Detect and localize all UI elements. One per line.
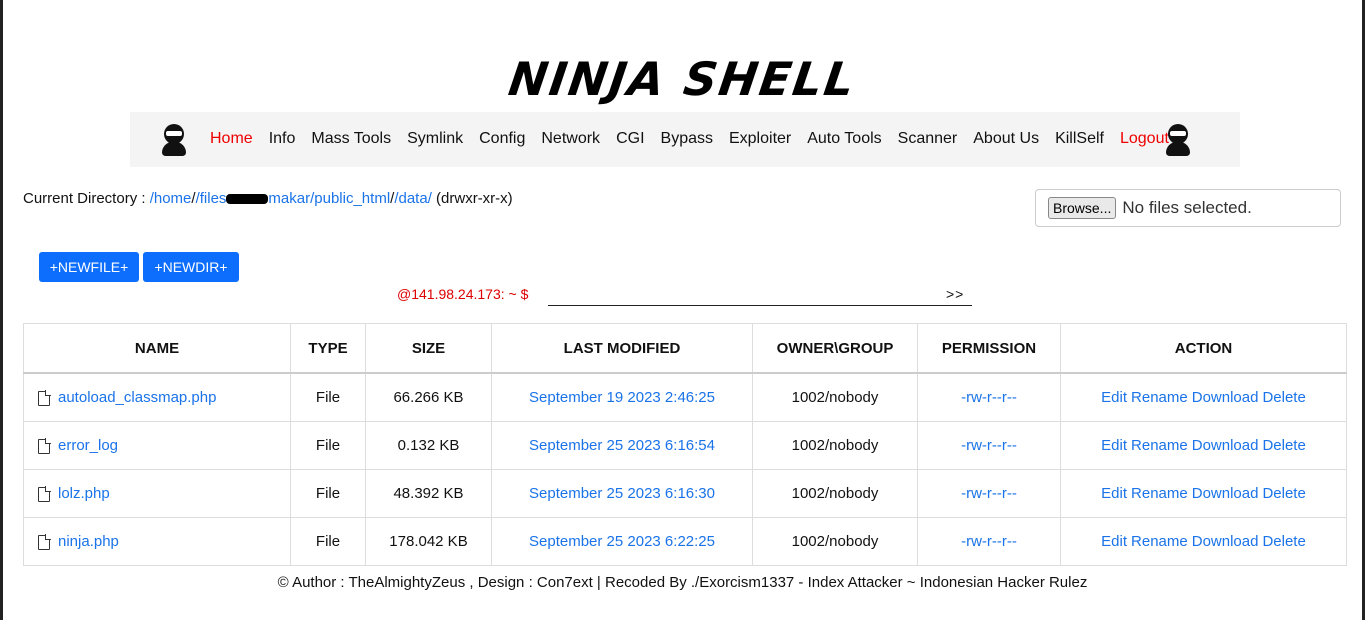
file-owner: 1002/nobody <box>752 469 918 518</box>
delete-link[interactable]: Delete <box>1262 389 1305 406</box>
edit-link[interactable]: Edit <box>1101 533 1127 550</box>
nav-cgi[interactable]: CGI <box>616 130 644 148</box>
current-directory: Current Directory : /home//files makar/pu… <box>23 190 513 207</box>
file-type: File <box>290 372 366 422</box>
delete-link[interactable]: Delete <box>1262 533 1305 550</box>
column-header-size[interactable]: SIZE <box>365 323 492 374</box>
file-size: 48.392 KB <box>365 469 492 518</box>
download-link[interactable]: Download <box>1192 485 1259 502</box>
file-type: File <box>290 517 366 566</box>
file-modified[interactable]: September 25 2023 6:16:30 <box>491 469 753 518</box>
page-title: NINJA SHELL <box>505 52 860 106</box>
table-row: ninja.php File 178.042 KB September 25 2… <box>23 517 1347 566</box>
file-modified[interactable]: September 19 2023 2:46:25 <box>491 372 753 422</box>
file-permission[interactable]: -rw-r--r-- <box>917 372 1061 422</box>
file-type: File <box>290 421 366 470</box>
file-permission[interactable]: -rw-r--r-- <box>917 469 1061 518</box>
path-public-html[interactable]: /public_html <box>310 190 390 207</box>
file-size: 66.266 KB <box>365 372 492 422</box>
current-directory-label: Current Directory : <box>23 190 146 207</box>
table-row: autoload_classmap.php File 66.266 KB Sep… <box>23 372 1347 422</box>
download-link[interactable]: Download <box>1192 533 1259 550</box>
nav-symlink[interactable]: Symlink <box>407 130 463 148</box>
file-name-link[interactable]: lolz.php <box>58 485 110 502</box>
download-link[interactable]: Download <box>1192 389 1259 406</box>
footer-credits: © Author : TheAlmightyZeus , Design : Co… <box>277 574 1088 591</box>
edit-link[interactable]: Edit <box>1101 389 1127 406</box>
nav-bypass[interactable]: Bypass <box>661 130 713 148</box>
nav-scanner[interactable]: Scanner <box>898 130 958 148</box>
rename-link[interactable]: Rename <box>1131 533 1188 550</box>
column-header-type[interactable]: TYPE <box>290 323 366 374</box>
path-home[interactable]: /home <box>150 190 192 207</box>
file-modified[interactable]: September 25 2023 6:16:54 <box>491 421 753 470</box>
file-table: NAME TYPE SIZE LAST MODIFIED OWNER\GROUP… <box>23 323 1347 566</box>
table-row: lolz.php File 48.392 KB September 25 202… <box>23 469 1347 518</box>
file-name-link[interactable]: autoload_classmap.php <box>58 389 216 406</box>
rename-link[interactable]: Rename <box>1131 485 1188 502</box>
path-data[interactable]: /data/ <box>394 190 432 207</box>
file-size: 0.132 KB <box>365 421 492 470</box>
nav-auto-tools[interactable]: Auto Tools <box>807 130 881 148</box>
nav-logout[interactable]: Logout <box>1120 130 1169 148</box>
new-file-button[interactable]: +NEWFILE+ <box>39 252 139 282</box>
file-owner: 1002/nobody <box>752 421 918 470</box>
file-icon <box>38 389 51 406</box>
file-name-link[interactable]: ninja.php <box>58 533 119 550</box>
nav-mass-tools[interactable]: Mass Tools <box>311 130 391 148</box>
delete-link[interactable]: Delete <box>1262 437 1305 454</box>
directory-permissions: (drwxr-xr-x) <box>436 190 513 207</box>
download-link[interactable]: Download <box>1192 437 1259 454</box>
file-permission[interactable]: -rw-r--r-- <box>917 517 1061 566</box>
file-name-link[interactable]: error_log <box>58 437 118 454</box>
file-icon <box>38 437 51 454</box>
file-owner: 1002/nobody <box>752 517 918 566</box>
path-user[interactable]: /files makar <box>196 190 311 207</box>
file-icon <box>38 533 51 550</box>
rename-link[interactable]: Rename <box>1131 389 1188 406</box>
column-header-modified[interactable]: LAST MODIFIED <box>491 323 753 374</box>
file-size: 178.042 KB <box>365 517 492 566</box>
nav-menu: Home Info Mass Tools Symlink Config Netw… <box>210 130 1169 148</box>
file-icon <box>38 485 51 502</box>
rename-link[interactable]: Rename <box>1131 437 1188 454</box>
nav-exploiter[interactable]: Exploiter <box>729 130 791 148</box>
column-header-owner[interactable]: OWNER\GROUP <box>752 323 918 374</box>
nav-config[interactable]: Config <box>479 130 525 148</box>
file-type: File <box>290 469 366 518</box>
file-owner: 1002/nobody <box>752 372 918 422</box>
nav-info[interactable]: Info <box>269 130 296 148</box>
nav-network[interactable]: Network <box>541 130 600 148</box>
column-header-action: ACTION <box>1060 323 1347 374</box>
delete-link[interactable]: Delete <box>1262 485 1305 502</box>
table-row: error_log File 0.132 KB September 25 202… <box>23 421 1347 470</box>
file-permission[interactable]: -rw-r--r-- <box>917 421 1061 470</box>
table-header-row: NAME TYPE SIZE LAST MODIFIED OWNER\GROUP… <box>23 323 1347 374</box>
upload-status: No files selected. <box>1122 198 1252 217</box>
edit-link[interactable]: Edit <box>1101 485 1127 502</box>
new-dir-button[interactable]: +NEWDIR+ <box>143 252 239 282</box>
file-upload[interactable]: Browse... No files selected. <box>1035 189 1341 227</box>
command-submit-button[interactable]: >> <box>946 286 964 302</box>
browse-button[interactable]: Browse... <box>1048 197 1117 219</box>
column-header-name[interactable]: NAME <box>23 323 291 374</box>
nav-home[interactable]: Home <box>210 130 253 148</box>
ninja-icon <box>160 124 188 156</box>
command-input[interactable] <box>548 284 972 306</box>
redaction-mark <box>226 194 269 205</box>
navbar: Home Info Mass Tools Symlink Config Netw… <box>130 112 1240 167</box>
ninja-icon <box>1164 124 1192 156</box>
command-prompt: @141.98.24.173: ~ $ <box>397 286 529 302</box>
nav-about-us[interactable]: About Us <box>973 130 1039 148</box>
edit-link[interactable]: Edit <box>1101 437 1127 454</box>
file-modified[interactable]: September 25 2023 6:22:25 <box>491 517 753 566</box>
nav-killself[interactable]: KillSelf <box>1055 130 1104 148</box>
column-header-permission[interactable]: PERMISSION <box>917 323 1061 374</box>
